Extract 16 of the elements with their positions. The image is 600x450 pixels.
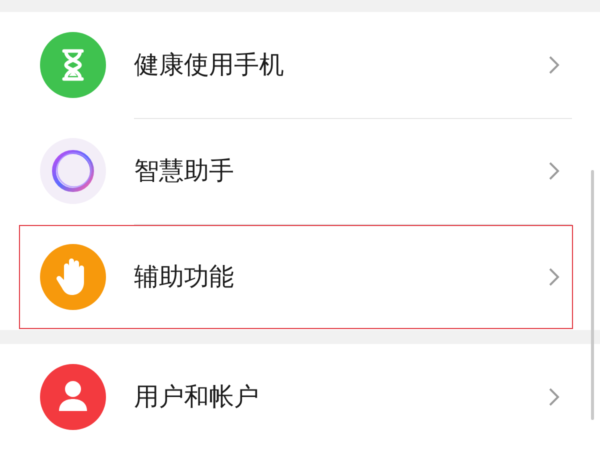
settings-item[interactable]: 用户和帐户	[0, 344, 600, 450]
hand-icon	[40, 244, 106, 310]
chevron-right-icon	[548, 54, 560, 74]
ring-icon	[40, 138, 106, 204]
settings-item-label: 智慧助手	[134, 155, 234, 187]
chevron-right-icon	[548, 160, 560, 180]
user-icon	[40, 364, 106, 430]
settings-item[interactable]: 智慧助手	[0, 118, 600, 224]
highlighted-settings-item[interactable]: 辅助功能	[18, 224, 574, 330]
hourglass-icon	[40, 32, 106, 98]
chevron-right-icon	[548, 386, 560, 406]
chevron-right-icon	[548, 266, 560, 286]
settings-item-label: 健康使用手机	[134, 49, 284, 81]
settings-item-label: 用户和帐户	[134, 381, 259, 413]
settings-item-label: 辅助功能	[134, 261, 234, 293]
settings-item[interactable]: 健康使用手机	[0, 12, 600, 118]
